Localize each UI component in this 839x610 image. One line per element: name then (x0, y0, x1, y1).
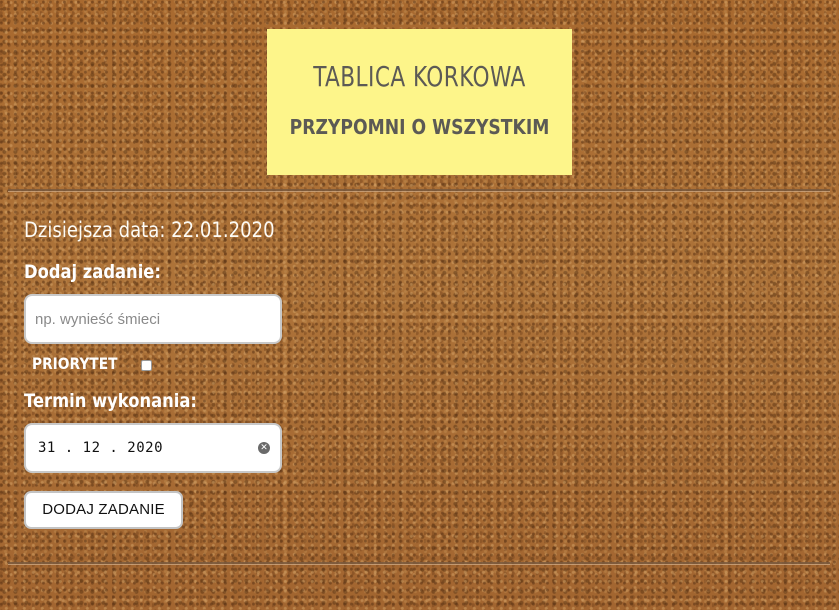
bottom-divider (8, 562, 830, 565)
add-task-button[interactable]: DODAJ ZADANIE (24, 491, 183, 529)
page-title: TABLICA KORKOWA (313, 60, 526, 93)
priority-checkbox[interactable] (141, 360, 152, 371)
page-subtitle: PRZYPOMNI O WSZYSTKIM (289, 115, 550, 139)
clear-icon[interactable]: ✕ (258, 442, 270, 454)
deadline-date-input[interactable]: 31 . 12 . 2020 ✕ (24, 423, 282, 473)
add-task-label: Dodaj zadanie: (24, 261, 161, 283)
today-date: Dzisiejsza data: 22.01.2020 (24, 218, 275, 242)
priority-label: PRIORYTET (32, 354, 118, 373)
deadline-date-value[interactable]: 31 . 12 . 2020 (38, 440, 163, 456)
header-card: TABLICA KORKOWA PRZYPOMNI O WSZYSTKIM (267, 29, 572, 175)
task-input[interactable] (24, 294, 282, 344)
top-divider (8, 189, 830, 192)
deadline-label: Termin wykonania: (24, 390, 197, 412)
